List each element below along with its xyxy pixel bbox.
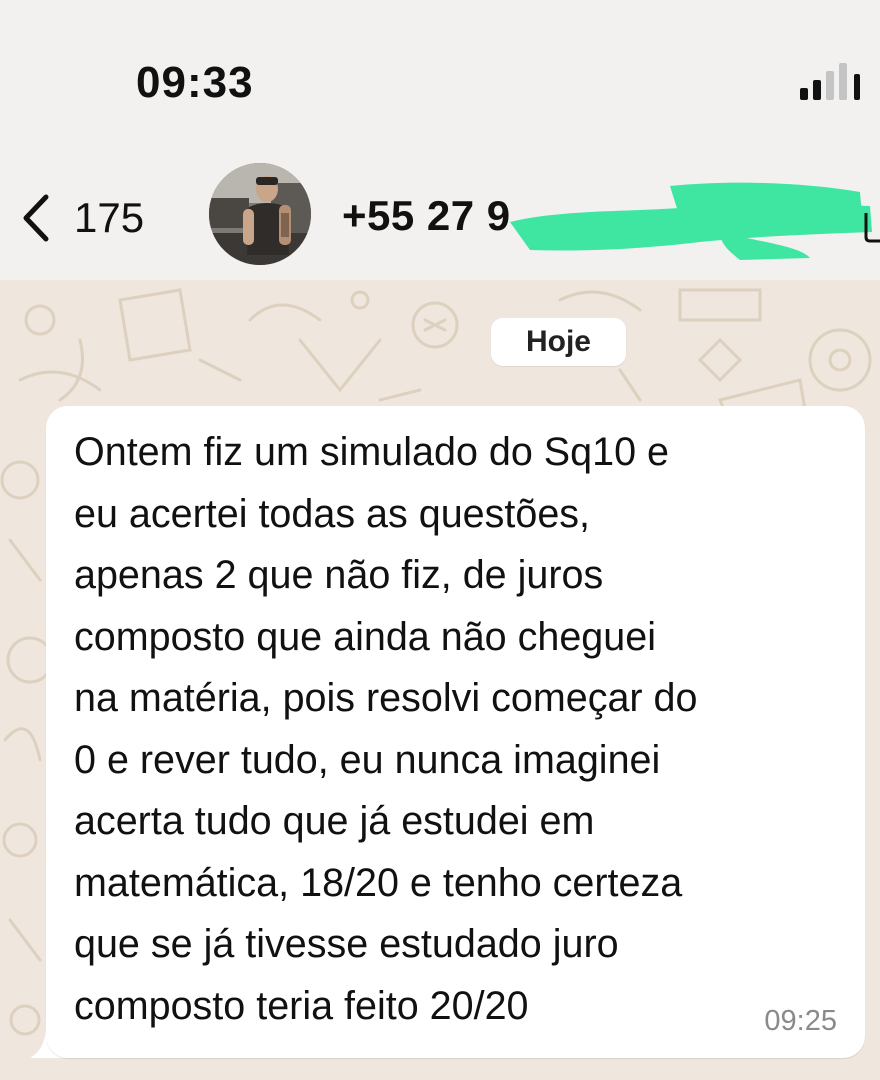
message-line: matemática, 18/20 e tenho certeza [74, 860, 683, 905]
message-line: Ontem fiz um simulado do Sq10 e [74, 430, 669, 474]
date-separator: Hoje [491, 318, 626, 366]
back-button[interactable]: 175 [18, 188, 144, 248]
cellular-signal-icon [800, 63, 860, 100]
message-text: Ontem fiz um simulado do Sq10 e eu acert… [74, 422, 864, 1037]
contact-phone-number[interactable]: +55 27 9 [342, 192, 511, 240]
redaction-mark [510, 182, 872, 260]
unread-count: 175 [74, 194, 145, 241]
chevron-left-icon [23, 194, 49, 242]
message-timestamp: 09:25 [764, 1005, 837, 1037]
contact-avatar[interactable] [209, 163, 311, 265]
video-call-icon[interactable] [862, 205, 880, 245]
chat-header: 175 +55 27 9 [0, 150, 880, 280]
message-line: na matéria, pois resolvi começar do [74, 676, 698, 720]
message-line: que se já tivesse estudado juro [74, 922, 619, 966]
message-bubble[interactable]: Ontem fiz um simulado do Sq10 e eu acert… [46, 406, 865, 1058]
avatar-photo [209, 163, 311, 265]
message-line: acerta tudo que já estudei em [74, 799, 595, 843]
message-line: composto que ainda não cheguei [74, 614, 656, 659]
chat-area: Hoje Ontem fiz um simulado do Sq10 e eu … [0, 280, 880, 1080]
status-bar: 09:33 [0, 0, 880, 150]
message-line: eu acertei todas as questões, [74, 491, 591, 536]
message-line: 0 e rever tudo, eu nunca imaginei [74, 737, 661, 782]
status-time: 09:33 [136, 58, 254, 107]
message-line: composto teria feito 20/20 [74, 983, 529, 1028]
message-line: apenas 2 que não fiz, de juros [74, 553, 604, 597]
